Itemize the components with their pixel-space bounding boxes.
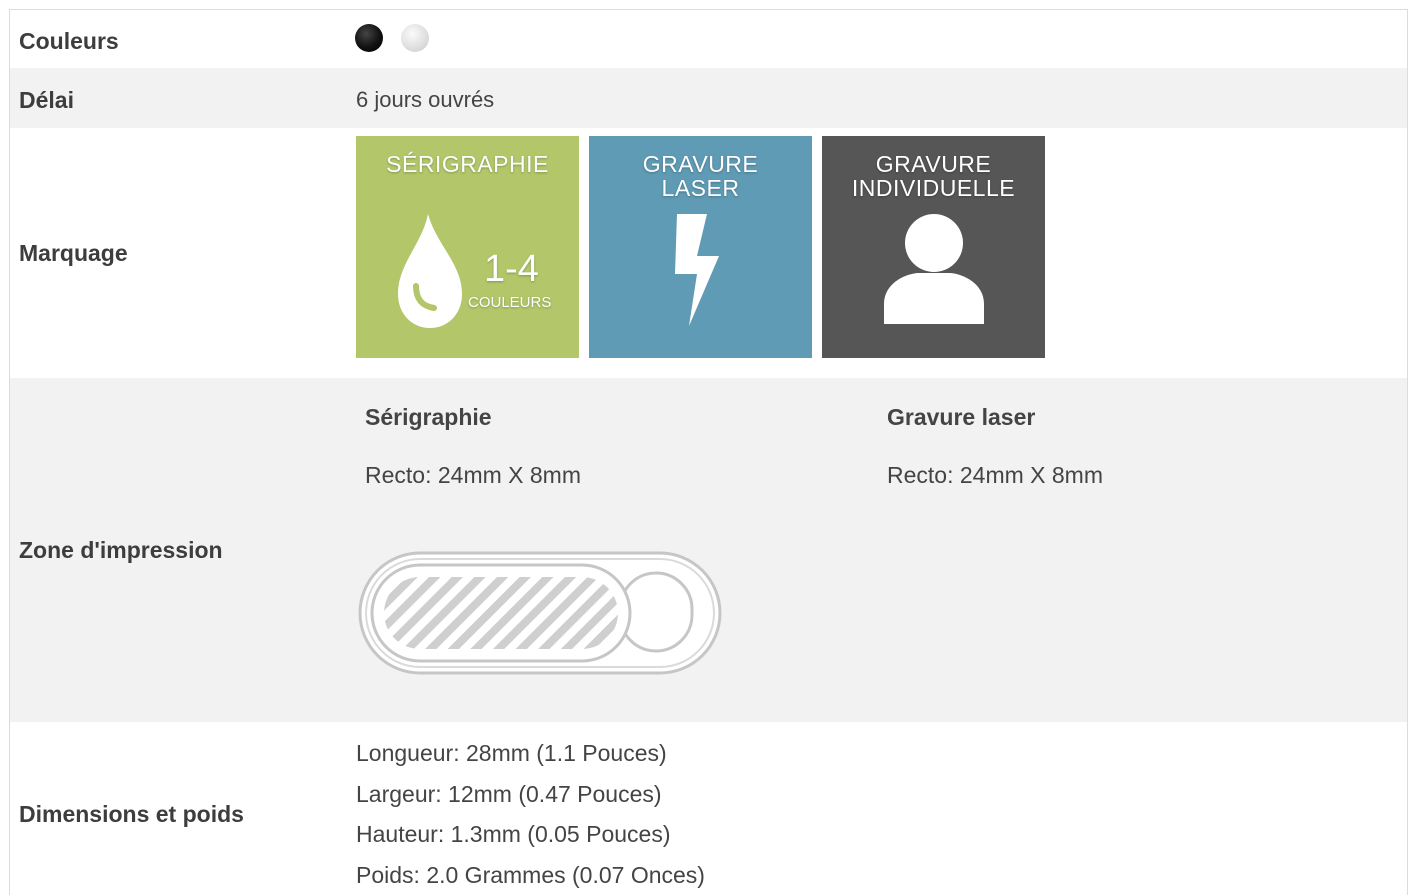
print-zone-label: Zone d'impression [19, 537, 223, 563]
colors-row: Couleurs [10, 10, 1407, 68]
delay-value: 6 jours ouvrés [356, 87, 495, 112]
delay-label: Délai [19, 87, 74, 113]
color-swatch-black[interactable] [355, 24, 383, 52]
dimension-width: Largeur: 12mm (0.47 Pouces) [356, 781, 662, 807]
zone-method-laser-recto: Recto: 24mm X 8mm [887, 462, 1103, 488]
delay-row: Délai 6 jours ouvrés [10, 68, 1407, 128]
marking-option-individual-engraving[interactable]: GRAVURE INDIVIDUELLE [822, 136, 1045, 358]
product-spec-table: Couleurs Délai 6 jours ouvrés Marquage S… [9, 9, 1408, 895]
color-count: 1-4 [484, 248, 539, 290]
zone-method-screen-printing-title: Sérigraphie [365, 404, 492, 430]
dimension-height: Hauteur: 1.3mm (0.05 Pouces) [356, 821, 671, 847]
dimension-length: Longueur: 28mm (1.1 Pouces) [356, 740, 667, 766]
color-swatch-silver[interactable] [401, 24, 429, 52]
person-icon [884, 214, 984, 324]
drop-icon [398, 214, 462, 328]
dimensions-label: Dimensions et poids [19, 801, 244, 827]
marking-option-laser-engraving[interactable]: GRAVURE LASER [589, 136, 812, 358]
zone-method-screen-printing-recto: Recto: 24mm X 8mm [365, 462, 581, 488]
colors-label: Couleurs [19, 28, 119, 54]
marking-label: Marquage [19, 240, 128, 266]
marking-row: Marquage SÉRIGRAPHIE 1-4 COULEURS GRAVUR… [10, 128, 1407, 378]
marking-option-screen-printing[interactable]: SÉRIGRAPHIE 1-4 COULEURS [356, 136, 579, 358]
dimensions-row: Dimensions et poids Longueur: 28mm (1.1 … [10, 722, 1407, 896]
print-zone-row: Zone d'impression Sérigraphie Recto: 24m… [10, 378, 1407, 722]
webcam-cover-icon [358, 551, 722, 675]
zone-method-laser-title: Gravure laser [887, 404, 1036, 430]
lightning-icon [675, 214, 719, 326]
dimension-weight: Poids: 2.0 Grammes (0.07 Onces) [356, 862, 705, 888]
color-count-caption: COULEURS [468, 294, 552, 311]
